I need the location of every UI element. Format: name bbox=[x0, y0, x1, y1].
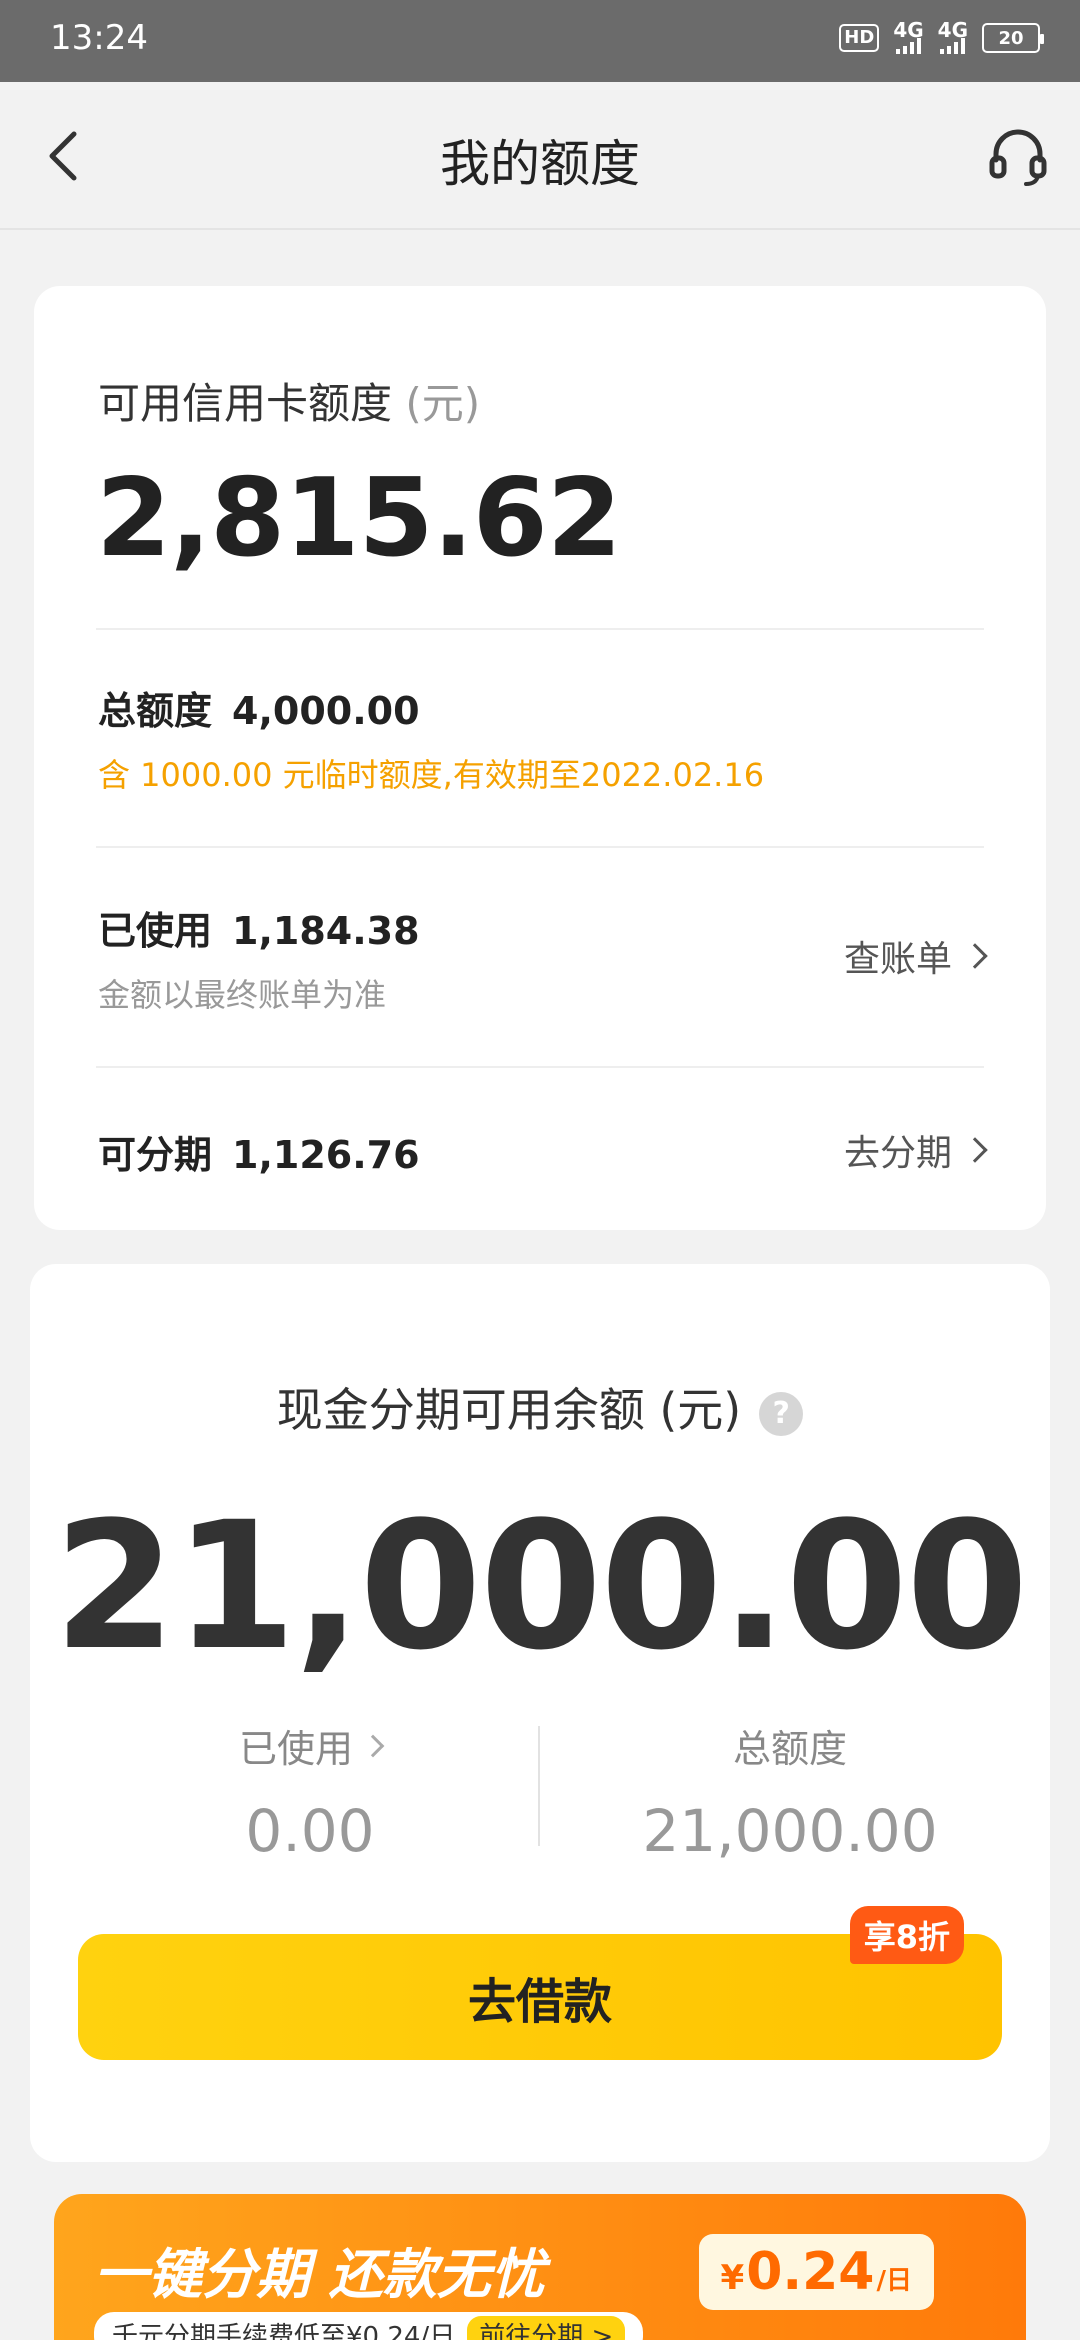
price-currency: ¥ bbox=[720, 2258, 745, 2298]
cash-total-value: 21,000.00 bbox=[642, 1797, 938, 1865]
signal-icon: 4G bbox=[893, 20, 924, 54]
chevron-right-icon bbox=[962, 943, 988, 969]
cash-total-label: 总额度 bbox=[732, 1727, 847, 1771]
view-bill-link[interactable]: 查账单 bbox=[844, 930, 988, 982]
status-bar: 13:24 HD 4G 4G 20 bbox=[0, 0, 1080, 82]
go-installment-link[interactable]: 去分期 bbox=[844, 1124, 988, 1176]
used-note: 金额以最终账单为准 bbox=[98, 976, 387, 1014]
promo-subtitle: 千元分期手续费低至¥0.24/日 前往分期 > bbox=[94, 2312, 644, 2340]
installment-row: 可分期 1,126.76 bbox=[98, 1133, 420, 1177]
credit-card-limit-card: 可用信用卡额度 (元) 2,815.62 总额度 4,000.00 含 1000.… bbox=[34, 286, 1046, 1230]
chevron-right-icon bbox=[962, 1137, 988, 1163]
status-time: 13:24 bbox=[50, 18, 148, 58]
available-limit-amount: 2,815.62 bbox=[96, 456, 622, 581]
price-unit: /日 bbox=[876, 2266, 913, 2296]
used-value: 1,184.38 bbox=[232, 909, 420, 953]
cash-used-label: 已使用 bbox=[238, 1727, 353, 1771]
divider bbox=[96, 628, 984, 630]
hd-icon: HD bbox=[839, 24, 880, 52]
total-limit-row: 总额度 4,000.00 bbox=[98, 689, 420, 733]
chevron-right-icon bbox=[361, 1734, 385, 1757]
promo-go-button[interactable]: 前往分期 > bbox=[467, 2316, 626, 2340]
cash-total-column: 总额度 21,000.00 bbox=[590, 1718, 990, 1865]
battery-icon: 20 bbox=[982, 23, 1044, 53]
cash-balance-amount: 21,000.00 bbox=[53, 1484, 1029, 1689]
promo-title: 一键分期 还款无忧 bbox=[94, 2243, 545, 2306]
signal-icon-2: 4G bbox=[938, 20, 968, 54]
cash-installment-card: 现金分期可用余额 (元)? 21,000.00 已使用 0.00 总额度 21,… bbox=[30, 1264, 1050, 2162]
headset-icon bbox=[989, 129, 1047, 186]
installment-value: 1,126.76 bbox=[232, 1133, 420, 1177]
discount-badge: 享8折 bbox=[849, 1906, 964, 1964]
vertical-divider bbox=[538, 1726, 540, 1846]
total-limit-value: 4,000.00 bbox=[232, 689, 420, 733]
status-icons: HD 4G 4G 20 bbox=[839, 20, 1044, 54]
customer-service-button[interactable] bbox=[982, 120, 1054, 192]
help-icon[interactable]: ? bbox=[759, 1391, 804, 1436]
available-limit-label: 可用信用卡额度 (元) bbox=[98, 379, 481, 428]
nav-bar: 我的额度 bbox=[0, 82, 1080, 230]
promo-banner[interactable]: 一键分期 还款无忧 千元分期手续费低至¥0.24/日 前往分期 > ¥ 0.24… bbox=[54, 2194, 1026, 2340]
price-value: 0.24 bbox=[746, 2242, 875, 2302]
used-row: 已使用 1,184.38 bbox=[98, 909, 420, 953]
unit-label: (元) bbox=[405, 379, 481, 428]
cash-used-column[interactable]: 已使用 0.00 bbox=[110, 1718, 510, 1865]
divider bbox=[96, 846, 984, 848]
temp-limit-note: 含 1000.00 元临时额度,有效期至2022.02.16 bbox=[98, 756, 765, 794]
cash-balance-label: 现金分期可用余额 (元)? bbox=[30, 1374, 1050, 1440]
promo-price-tag: ¥ 0.24 /日 bbox=[698, 2234, 934, 2310]
divider bbox=[96, 1066, 984, 1068]
cash-used-value: 0.00 bbox=[245, 1797, 375, 1865]
page-title: 我的额度 bbox=[440, 135, 640, 193]
